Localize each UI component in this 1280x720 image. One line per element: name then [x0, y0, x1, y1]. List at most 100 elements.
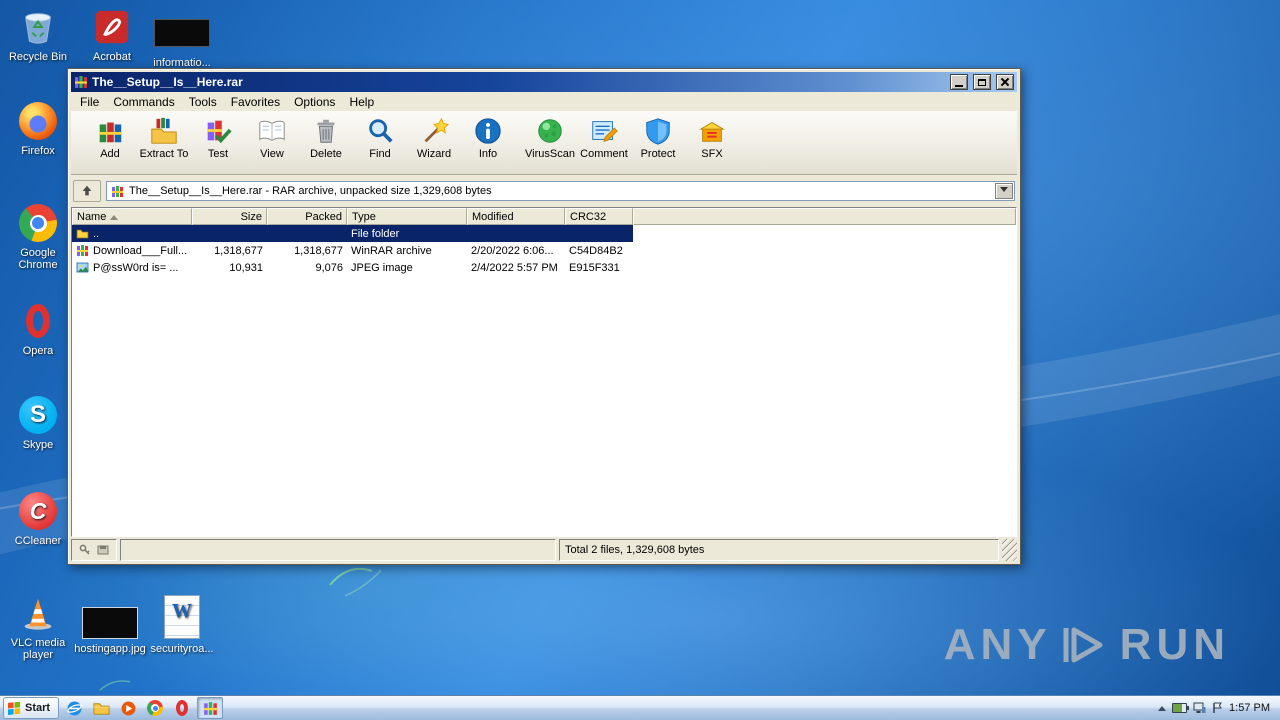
- toolbar-virusscan-button[interactable]: VirusScan: [523, 112, 577, 173]
- taskbar-media-app-button[interactable]: [116, 698, 140, 718]
- menu-options[interactable]: Options: [287, 93, 342, 111]
- resize-grip[interactable]: [1002, 539, 1017, 561]
- hidden-icons-chevron-icon[interactable]: [1158, 702, 1167, 711]
- winrar-mini-icon: [111, 185, 124, 198]
- jpeg-image-icon: [76, 261, 89, 274]
- extract-to-icon: [149, 115, 179, 147]
- toolbar-extract-button[interactable]: Extract To: [137, 112, 191, 173]
- menu-tools[interactable]: Tools: [182, 93, 224, 111]
- column-header-size[interactable]: Size: [192, 208, 267, 225]
- maximize-button[interactable]: [973, 74, 991, 90]
- desktop-icon-acrobat[interactable]: Acrobat: [78, 6, 146, 63]
- column-header-type[interactable]: Type: [347, 208, 467, 225]
- add-archive-icon: [95, 115, 125, 147]
- address-combobox[interactable]: The__Setup__Is__Here.rar - RAR archive, …: [106, 181, 1015, 201]
- menu-help[interactable]: Help: [342, 93, 381, 111]
- taskbar-chrome-button[interactable]: [143, 698, 167, 718]
- test-archive-icon: [203, 115, 233, 147]
- menu-commands[interactable]: Commands: [106, 93, 181, 111]
- taskbar-explorer-button[interactable]: [89, 698, 113, 718]
- maximize-icon: [978, 78, 986, 86]
- winrar-app-icon: [74, 75, 88, 89]
- taskbar-internet-explorer-button[interactable]: [62, 698, 86, 718]
- image-thumbnail-icon: [80, 606, 140, 640]
- menu-favorites[interactable]: Favorites: [224, 93, 287, 111]
- desktop-icon-skype[interactable]: S Skype: [4, 394, 72, 451]
- desktop-icon-information[interactable]: informatio...: [148, 12, 216, 69]
- file-row-parent-dir[interactable]: .. File folder: [72, 225, 633, 242]
- minimize-icon: [955, 84, 963, 87]
- desktop-icon-ccleaner[interactable]: C CCleaner: [4, 490, 72, 547]
- toolbar-label: Info: [478, 148, 498, 160]
- taskbar-clock[interactable]: 1:57 PM: [1229, 702, 1270, 714]
- desktop-icon-label: Firefox: [21, 145, 55, 157]
- window-title: The__Setup__Is__Here.rar: [92, 75, 243, 89]
- anyrun-watermark: ANY RUN: [944, 620, 1230, 670]
- toolbar-comment-button[interactable]: Comment: [577, 112, 631, 173]
- file-row-download-archive[interactable]: Download___Full... 1,318,677 1,318,677 W…: [72, 242, 633, 259]
- file-rows: .. File folder Download___Full... 1,318,…: [72, 225, 1016, 536]
- desktop-icon-label: securityroa...: [150, 643, 214, 655]
- desktop-icon-firefox[interactable]: Firefox: [4, 100, 72, 157]
- start-button[interactable]: Start: [3, 697, 60, 719]
- desktop-icon-label: Skype: [22, 439, 54, 451]
- close-icon: [1000, 77, 1010, 87]
- toolbar-label: Comment: [580, 148, 628, 160]
- column-header-modified[interactable]: Modified: [467, 208, 565, 225]
- toolbar-test-button[interactable]: Test: [191, 112, 245, 173]
- chrome-icon: [17, 202, 59, 244]
- taskbar-winrar-button-active[interactable]: [197, 697, 224, 719]
- status-bar: Total 2 files, 1,329,608 bytes: [71, 537, 1017, 561]
- desktop-icon-label: Recycle Bin: [8, 51, 68, 63]
- battery-icon[interactable]: [1172, 703, 1190, 713]
- desktop-icon-google-chrome[interactable]: Google Chrome: [4, 202, 72, 271]
- wizard-wand-icon: [419, 115, 449, 147]
- start-label: Start: [25, 702, 51, 714]
- toolbar-sfx-button[interactable]: SFX: [685, 112, 739, 173]
- column-header-crc32[interactable]: CRC32: [565, 208, 633, 225]
- toolbar-delete-button[interactable]: Delete: [299, 112, 353, 173]
- chrome-icon: [147, 700, 164, 716]
- toolbar-protect-button[interactable]: Protect: [631, 112, 685, 173]
- toolbar-label: Delete: [310, 148, 342, 160]
- anyrun-play-logo-icon: [1063, 627, 1103, 663]
- toolbar-info-button[interactable]: Info: [461, 112, 515, 173]
- opera-icon: [176, 700, 189, 716]
- find-magnifier-icon: [365, 115, 395, 147]
- toolbar-wizard-button[interactable]: Wizard: [407, 112, 461, 173]
- column-header-packed[interactable]: Packed: [267, 208, 347, 225]
- toolbar-label: View: [260, 148, 284, 160]
- network-icon[interactable]: [1193, 702, 1206, 714]
- file-row-password-image[interactable]: P@ssW0rd is= ... 10,931 9,076 JPEG image…: [72, 259, 633, 276]
- recycle-bin-icon: [17, 6, 59, 48]
- menu-file[interactable]: File: [73, 93, 106, 111]
- desktop-icon-recycle-bin[interactable]: Recycle Bin: [4, 6, 72, 63]
- address-dropdown-button[interactable]: [995, 183, 1013, 199]
- desktop-icon-opera[interactable]: Opera: [4, 300, 72, 357]
- watermark-any: ANY: [943, 620, 1052, 669]
- view-file-icon: [257, 115, 287, 147]
- desktop-icon-label: VLC media player: [10, 637, 66, 661]
- media-app-icon: [121, 701, 136, 715]
- taskbar-opera-button[interactable]: [170, 698, 194, 718]
- taskbar: Start 1:57 PM: [0, 695, 1280, 720]
- desktop-icon-securityroa[interactable]: W securityroa...: [148, 594, 216, 655]
- toolbar-add-button[interactable]: Add: [83, 112, 137, 173]
- skype-icon: S: [17, 394, 59, 436]
- toolbar-find-button[interactable]: Find: [353, 112, 407, 173]
- vlc-cone-icon: [17, 592, 59, 634]
- windows-flag-icon: [8, 701, 21, 715]
- title-bar[interactable]: The__Setup__Is__Here.rar: [71, 72, 1017, 92]
- close-button[interactable]: [996, 74, 1014, 90]
- desktop-icon-vlc[interactable]: VLC media player: [4, 592, 72, 661]
- toolbar-view-button[interactable]: View: [245, 112, 299, 173]
- toolbar-label: Find: [369, 148, 391, 160]
- column-header-name[interactable]: Name: [72, 208, 192, 225]
- minimize-button[interactable]: [950, 74, 968, 90]
- up-directory-button[interactable]: [73, 180, 101, 202]
- word-document-icon: W: [161, 594, 203, 640]
- desktop-icon-hostingapp[interactable]: hostingapp.jpg: [74, 606, 146, 655]
- desktop-icon-label: hostingapp.jpg: [74, 643, 146, 655]
- sfx-box-icon: [697, 115, 727, 147]
- notifications-flag-icon[interactable]: [1212, 702, 1223, 714]
